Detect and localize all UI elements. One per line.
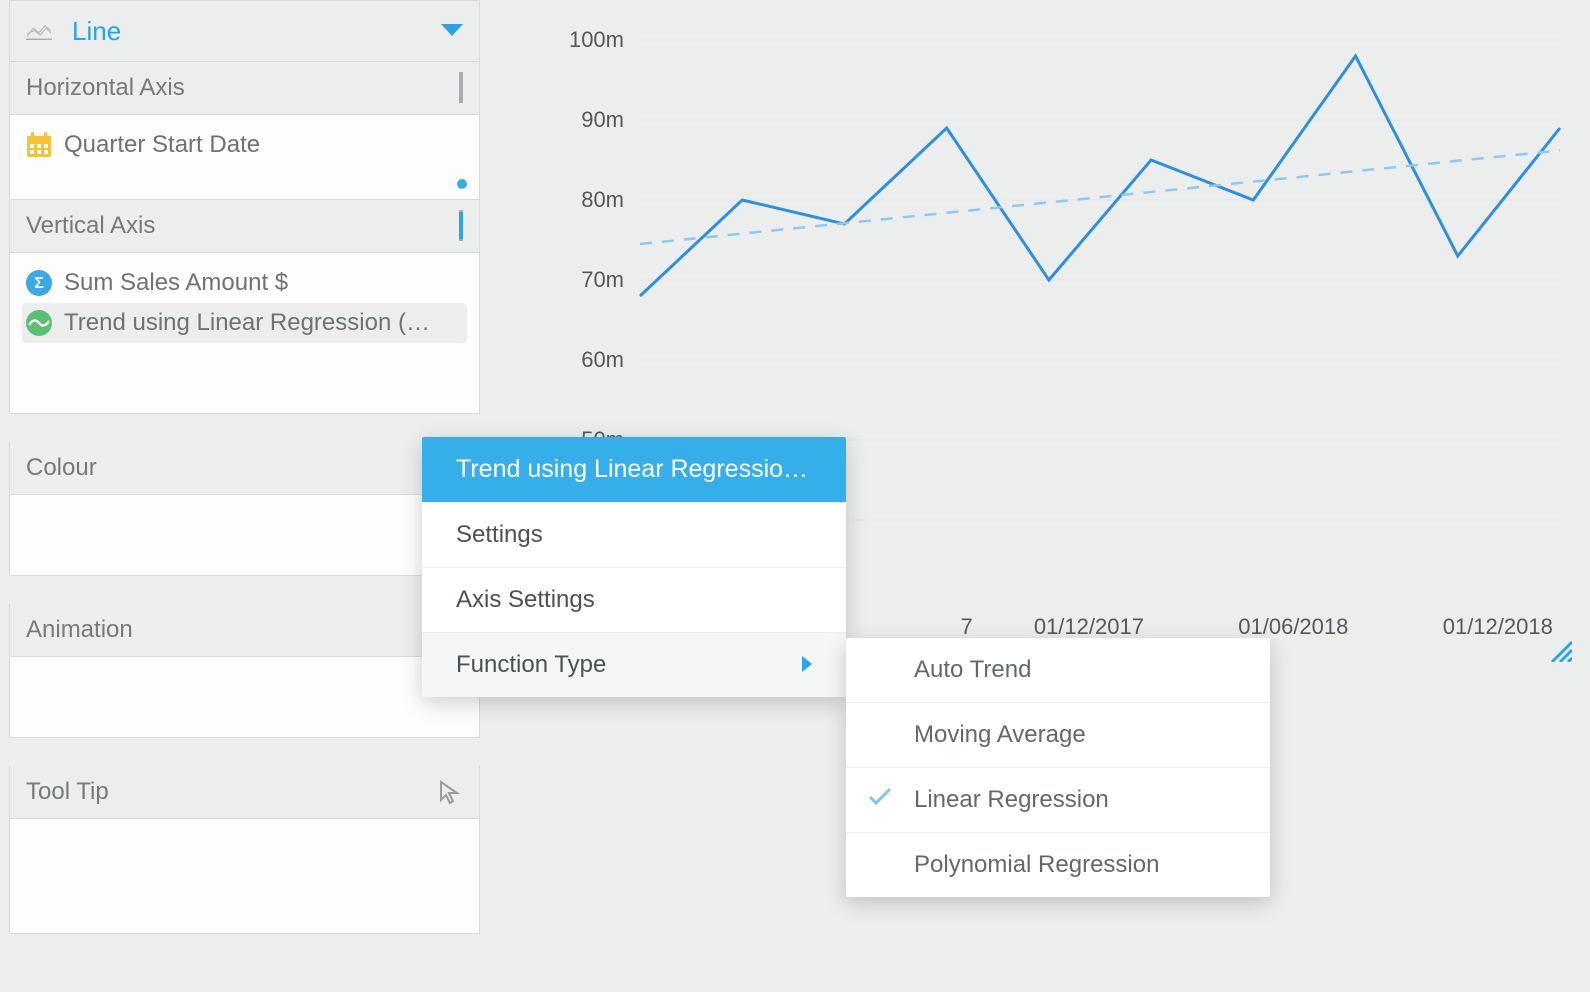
- section-title: Horizontal Axis: [26, 74, 185, 102]
- section-colour-body[interactable]: [9, 495, 480, 576]
- section-horizontal-axis-header[interactable]: Horizontal Axis: [9, 62, 480, 115]
- context-menu-settings[interactable]: Settings: [422, 503, 846, 568]
- cursor-icon: [437, 779, 463, 805]
- menu-label: Axis Settings: [456, 586, 595, 614]
- context-menu-title: Trend using Linear Regressio…: [422, 437, 846, 503]
- config-sidebar: Line Horizontal Axis: [9, 0, 480, 934]
- svg-text:01/12/2017: 01/12/2017: [1034, 614, 1144, 639]
- field-sum-sales-amount[interactable]: Σ Sum Sales Amount $: [22, 263, 467, 303]
- chart-type-label: Line: [72, 16, 121, 47]
- context-menu-function-type[interactable]: Function Type: [422, 633, 846, 697]
- section-animation-body[interactable]: [9, 657, 480, 738]
- menu-label: Moving Average: [914, 721, 1086, 748]
- svg-text:60m: 60m: [581, 347, 624, 372]
- check-icon: [868, 786, 892, 814]
- section-vertical-axis-header[interactable]: Vertical Axis: [9, 200, 480, 253]
- svg-text:80m: 80m: [581, 187, 624, 212]
- svg-text:100m: 100m: [569, 27, 624, 52]
- context-menu: Trend using Linear Regressio… Settings A…: [422, 437, 846, 697]
- menu-label: Polynomial Regression: [914, 851, 1159, 878]
- context-menu-axis-settings[interactable]: Axis Settings: [422, 568, 846, 633]
- chevron-down-icon: [441, 24, 463, 38]
- horizontal-axis-icon: [459, 74, 463, 102]
- section-title: Colour: [26, 454, 97, 482]
- section-vertical-axis-body: Σ Sum Sales Amount $ Trend using Linear …: [9, 253, 480, 414]
- menu-label: Settings: [456, 521, 543, 549]
- section-title: Animation: [26, 616, 133, 644]
- svg-text:70m: 70m: [581, 267, 624, 292]
- menu-label: Function Type: [456, 651, 606, 679]
- submenu-auto-trend[interactable]: Auto Trend: [846, 638, 1270, 703]
- svg-text:7: 7: [961, 614, 973, 639]
- submenu-linear-regression[interactable]: Linear Regression: [846, 768, 1270, 833]
- submenu-moving-average[interactable]: Moving Average: [846, 703, 1270, 768]
- svg-text:01/12/2018: 01/12/2018: [1443, 614, 1553, 639]
- menu-label: Linear Regression: [914, 786, 1109, 813]
- field-trend-linear-regression[interactable]: Trend using Linear Regression (…: [22, 303, 467, 343]
- chart-type-selector[interactable]: Line: [9, 0, 480, 62]
- sigma-icon: Σ: [26, 270, 52, 296]
- chevron-right-icon: [802, 651, 812, 679]
- section-tooltip-body[interactable]: [9, 819, 480, 934]
- context-menu-title-text: Trend using Linear Regressio…: [456, 455, 808, 484]
- field-label: Trend using Linear Regression (…: [64, 309, 430, 337]
- section-title: Vertical Axis: [26, 212, 155, 240]
- field-quarter-start-date[interactable]: Quarter Start Date: [22, 125, 467, 165]
- menu-label: Auto Trend: [914, 656, 1031, 683]
- svg-text:90m: 90m: [581, 107, 624, 132]
- section-horizontal-axis-body: Quarter Start Date: [9, 115, 480, 200]
- field-label: Sum Sales Amount $: [64, 269, 288, 297]
- section-colour-header[interactable]: Colour: [9, 442, 480, 495]
- field-label: Quarter Start Date: [64, 131, 260, 159]
- vertical-axis-icon: [459, 212, 463, 240]
- line-chart-icon: [26, 18, 52, 44]
- svg-text:01/06/2018: 01/06/2018: [1238, 614, 1348, 639]
- indicator-dot: [457, 179, 467, 189]
- function-type-submenu: Auto Trend Moving Average Linear Regress…: [846, 638, 1270, 897]
- calendar-icon: [26, 132, 52, 158]
- trend-icon: [26, 310, 52, 336]
- svg-text:Σ: Σ: [34, 275, 44, 292]
- resize-handle-icon[interactable]: [1546, 636, 1572, 662]
- section-title: Tool Tip: [26, 778, 109, 806]
- submenu-polynomial-regression[interactable]: Polynomial Regression: [846, 833, 1270, 897]
- section-animation-header[interactable]: Animation: [9, 604, 480, 657]
- section-tooltip-header[interactable]: Tool Tip: [9, 766, 480, 819]
